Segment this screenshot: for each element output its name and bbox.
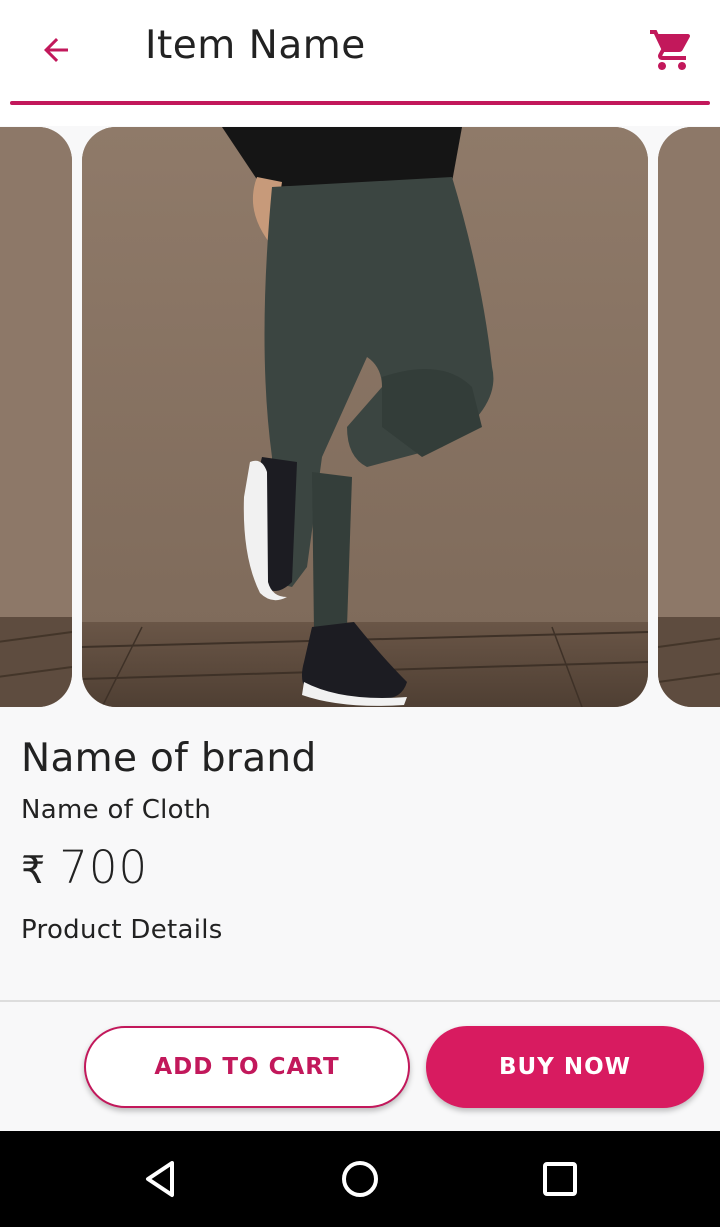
- cart-button[interactable]: [644, 22, 700, 78]
- nav-recents-square-icon: [543, 1162, 577, 1196]
- app-bar-accent-line: [10, 101, 710, 105]
- arrow-back-icon: [44, 38, 68, 62]
- buy-now-button[interactable]: BUY NOW: [426, 1026, 704, 1108]
- nav-back-triangle-icon: [146, 1161, 174, 1197]
- brand-name: Name of brand: [21, 736, 317, 781]
- action-bar-divider: [0, 1000, 720, 1002]
- cloth-name: Name of Cloth: [21, 795, 212, 825]
- nav-home-button[interactable]: [336, 1155, 384, 1203]
- product-details-label[interactable]: Product Details: [21, 912, 223, 948]
- next-product-image[interactable]: [658, 127, 720, 707]
- system-navigation-bar: [0, 1131, 720, 1227]
- nav-home-circle-icon: [342, 1161, 378, 1197]
- shopping-cart-icon: [650, 30, 691, 70]
- nav-back-button[interactable]: [136, 1155, 184, 1203]
- currency-symbol: ₹: [21, 848, 46, 892]
- product-image[interactable]: [82, 127, 648, 707]
- previous-product-image[interactable]: [0, 127, 72, 707]
- page-title: Item Name: [145, 23, 366, 68]
- price-amount: 700: [59, 841, 149, 894]
- nav-recents-button[interactable]: [536, 1155, 584, 1203]
- product-image-carousel[interactable]: [0, 127, 720, 707]
- app-bar: Item Name: [0, 0, 720, 126]
- add-to-cart-button[interactable]: ADD TO CART: [84, 1026, 410, 1108]
- product-price: ₹700: [21, 838, 148, 898]
- back-button[interactable]: [32, 26, 80, 74]
